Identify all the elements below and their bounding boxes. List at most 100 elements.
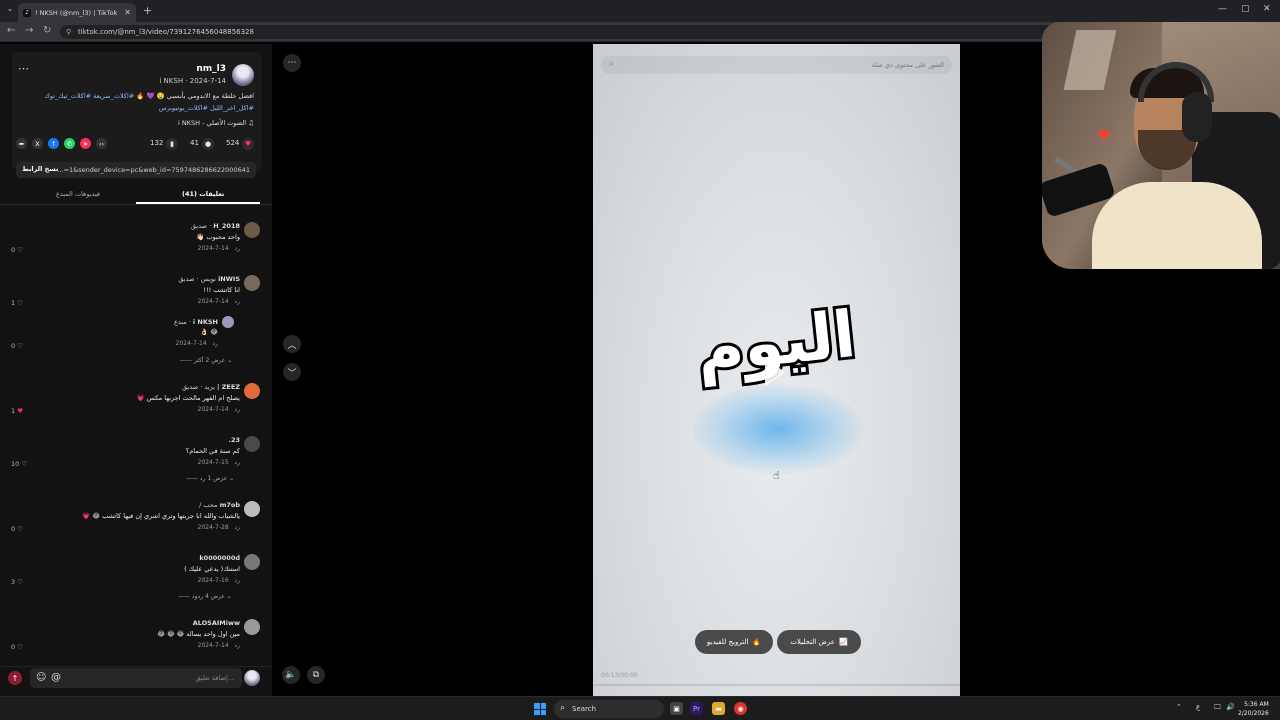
view-analytics-button[interactable]: عرض التحليلات 📈 bbox=[777, 630, 861, 654]
tab-comments[interactable]: تعليقات (41) bbox=[182, 190, 224, 198]
more-options-button[interactable]: ⋯ bbox=[283, 54, 301, 72]
share-icon[interactable]: ➦ bbox=[16, 138, 27, 149]
comment-like[interactable]: 0 ♡ bbox=[11, 342, 23, 350]
commenter-name[interactable]: m7ob محب / bbox=[199, 501, 240, 509]
like-heart-icon[interactable]: ♥ bbox=[242, 138, 254, 150]
video-player[interactable]: ⌕ العثور على محتوى ذي صلة اليوم ☝ التروي… bbox=[593, 44, 960, 696]
tiktok-icon: ♪ bbox=[23, 8, 31, 17]
reply-link[interactable]: رد bbox=[234, 406, 240, 413]
clock-time: 5:36 AM bbox=[1244, 701, 1269, 708]
site-info-icon[interactable]: ⚲ bbox=[66, 28, 71, 36]
windows-start-icon[interactable] bbox=[534, 703, 546, 715]
post-hashtags-2[interactable]: #اكل_اخر_الليل #اكلات_يوتيوبرس bbox=[159, 104, 254, 112]
post-description-text: افضل خلطة مع الاندومي بأنسبي 🤤 💜 🔥 bbox=[136, 92, 254, 100]
volume-tray-icon[interactable]: 🔊 bbox=[1226, 703, 1235, 711]
maximize-icon[interactable]: ▢ bbox=[1241, 4, 1250, 14]
embed-icon[interactable]: ‹› bbox=[96, 138, 107, 149]
reply-link[interactable]: رد bbox=[234, 642, 240, 649]
comment-like[interactable]: 3 ♡ bbox=[11, 578, 23, 586]
promote-video-button[interactable]: الترويج للفيديو 🔥 bbox=[695, 630, 773, 654]
commenter-name[interactable]: ZEEZ | يزيد · صديق bbox=[182, 383, 240, 391]
language-indicator-icon[interactable]: ع bbox=[1196, 703, 1200, 711]
flame-icon: 🔥 bbox=[752, 638, 762, 646]
task-view-icon[interactable]: ▣ bbox=[670, 702, 683, 715]
close-tab-icon[interactable]: ✕ bbox=[124, 8, 131, 17]
tray-chevron-icon[interactable]: ⌃ bbox=[1176, 703, 1182, 711]
previous-video-button[interactable]: ︿ bbox=[283, 335, 301, 353]
network-icon[interactable]: 🖵 bbox=[1214, 703, 1221, 712]
commenter-avatar[interactable] bbox=[244, 383, 260, 399]
comment-like[interactable]: 10 ♡ bbox=[11, 460, 27, 468]
view-replies-link[interactable]: —— عرض 1 رد ⌄ bbox=[186, 475, 234, 482]
author-name[interactable]: nm_l3 bbox=[196, 64, 226, 74]
commenter-name[interactable]: 23. bbox=[228, 436, 240, 444]
heart-icon: ♡ bbox=[21, 460, 28, 468]
view-replies-link[interactable]: —— عرض 4 ردود ⌄ bbox=[178, 593, 232, 600]
comment-icon[interactable]: ● bbox=[202, 138, 214, 150]
facebook-icon[interactable]: f bbox=[48, 138, 59, 149]
commenter-name[interactable]: ALOSAIMiww bbox=[193, 619, 240, 627]
view-replies-link[interactable]: —— عرض 2 أكثر ⌄ bbox=[180, 357, 232, 364]
author-subtitle: i NKSH · 2024-7-14 bbox=[159, 77, 226, 85]
back-icon[interactable]: ← bbox=[7, 25, 15, 36]
x-icon[interactable]: X bbox=[32, 138, 43, 149]
share-url[interactable]: ...=1&sender_device=pc&web_id=7597486286… bbox=[57, 166, 250, 174]
reply-link[interactable]: رد bbox=[234, 459, 240, 466]
mention-icon[interactable]: @ bbox=[51, 672, 61, 683]
premiere-icon[interactable]: Pr bbox=[690, 702, 703, 715]
commenter-name[interactable]: iNWIS نويس · صديق bbox=[178, 275, 240, 283]
sound-link[interactable]: ♫ الصوت الأصلي - i NKSH bbox=[178, 119, 254, 127]
comment-like[interactable]: 0 ♡ bbox=[11, 643, 23, 651]
comment-text: استنك( يدعي عليك ) bbox=[184, 565, 240, 573]
reply-link[interactable]: رد bbox=[234, 245, 240, 252]
commenter-avatar[interactable] bbox=[244, 275, 260, 291]
commenter-name[interactable]: H_2018 · صديق bbox=[191, 222, 240, 230]
post-hashtags[interactable]: #اكلات_سريعة #اكلات_تيك_توك bbox=[44, 92, 134, 100]
send-to-friend-icon[interactable]: ➤ bbox=[80, 138, 91, 149]
comment-like[interactable]: 1 ♥ bbox=[11, 407, 23, 415]
post-comment-button[interactable]: ↑ bbox=[8, 671, 22, 685]
system-clock[interactable]: 5:36 AM 2/20/2026 bbox=[1238, 700, 1269, 718]
pip-button[interactable]: ⧉ bbox=[307, 666, 325, 684]
taskbar-search[interactable]: ⌕ Search bbox=[554, 700, 664, 718]
volume-button[interactable]: 🔈 bbox=[282, 666, 300, 684]
bookmark-icon[interactable]: ▮ bbox=[166, 138, 178, 150]
commenter-avatar[interactable] bbox=[244, 222, 260, 238]
commenter-avatar[interactable] bbox=[244, 436, 260, 452]
comment-input[interactable]: ☺ @ إضافة تعليق... bbox=[30, 668, 242, 688]
file-explorer-icon[interactable]: ▬ bbox=[712, 702, 725, 715]
commenter-name[interactable]: k0000000d bbox=[199, 554, 240, 562]
reply-link[interactable]: رد bbox=[234, 524, 240, 531]
comment-placeholder: إضافة تعليق... bbox=[195, 674, 234, 682]
reply-link[interactable]: رد bbox=[212, 340, 218, 347]
next-video-button[interactable]: ﹀ bbox=[283, 363, 301, 381]
commenter-name[interactable]: i NKSH · مبدع bbox=[174, 318, 218, 326]
reply-link[interactable]: رد bbox=[234, 298, 240, 305]
whatsapp-icon[interactable]: ✆ bbox=[64, 138, 75, 149]
comment-like[interactable]: 1 ♡ bbox=[11, 299, 23, 307]
author-avatar[interactable] bbox=[232, 64, 254, 86]
tab-creator-videos[interactable]: فيديوهات المبدع bbox=[56, 190, 100, 198]
close-window-icon[interactable]: ✕ bbox=[1263, 4, 1271, 14]
reload-icon[interactable]: ↻ bbox=[43, 25, 51, 36]
commenter-avatar[interactable] bbox=[244, 619, 260, 635]
minimize-icon[interactable]: — bbox=[1218, 4, 1227, 14]
related-search-bar[interactable]: ⌕ العثور على محتوى ذي صلة bbox=[601, 56, 952, 74]
commenter-avatar[interactable] bbox=[244, 501, 260, 517]
commenter-avatar[interactable] bbox=[244, 554, 260, 570]
browser-tab[interactable]: ♪ ! NKSH (@nm_l3) | TikTok ✕ bbox=[18, 3, 136, 22]
reply-link[interactable]: رد bbox=[234, 577, 240, 584]
tab-search-icon[interactable]: ⌄ bbox=[4, 4, 16, 16]
copy-link-button[interactable]: نسخ الرابط bbox=[22, 165, 58, 175]
comment-date: 2024-7-14 رد bbox=[175, 340, 218, 347]
new-tab-icon[interactable]: + bbox=[143, 4, 152, 17]
comment-like[interactable]: 0 ♡ bbox=[11, 525, 23, 533]
play-icon[interactable] bbox=[765, 358, 785, 386]
commenter-avatar[interactable] bbox=[222, 316, 234, 328]
emoji-icon[interactable]: ☺ bbox=[36, 672, 46, 683]
chrome-icon[interactable]: ◉ bbox=[734, 702, 747, 715]
video-progress-bar[interactable] bbox=[593, 684, 960, 686]
more-options-icon[interactable]: ⋯ bbox=[18, 62, 29, 75]
forward-icon[interactable]: → bbox=[25, 25, 33, 36]
comment-like[interactable]: 0 ♡ bbox=[11, 246, 23, 254]
